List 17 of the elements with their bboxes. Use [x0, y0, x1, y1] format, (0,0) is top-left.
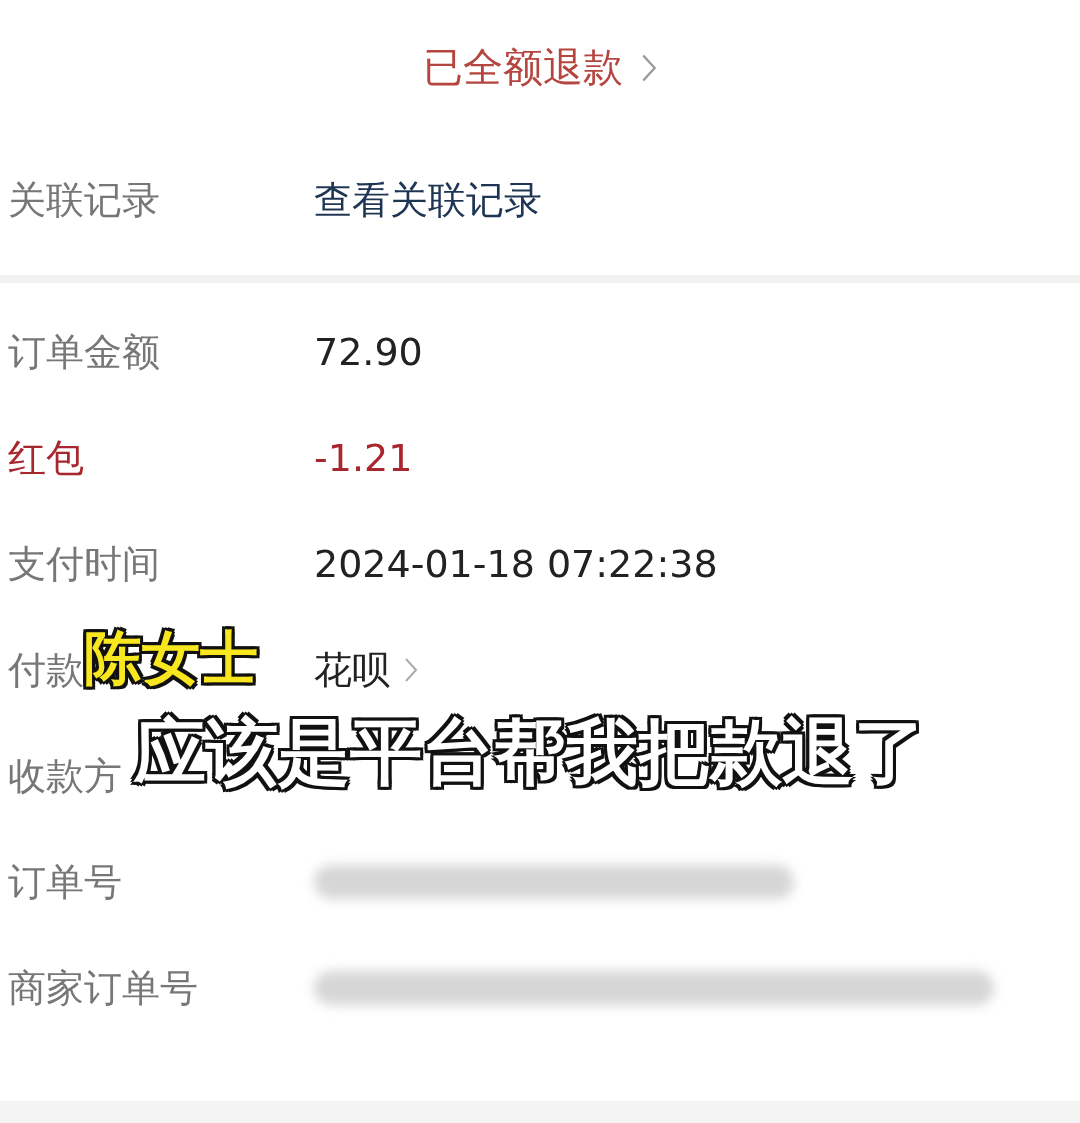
related-records-link[interactable]: 查看关联记录 — [314, 174, 542, 226]
refund-status[interactable]: 已全额退款 — [423, 40, 623, 95]
row-value: 72.90 — [314, 330, 423, 374]
row-label: 关联记录 — [8, 177, 160, 222]
payment-method[interactable]: 花呗 — [314, 644, 390, 696]
row-label: 红包 — [8, 435, 84, 480]
chevron-icon — [404, 657, 418, 683]
chevron-icon — [641, 52, 657, 83]
row-value: 2024-01-18 07:22:38 — [314, 542, 718, 586]
row-label: 收款方 — [8, 753, 122, 798]
row-label: 订单金额 — [8, 329, 160, 374]
row-label: 支付时间 — [8, 541, 160, 586]
row-value: -1.21 — [314, 436, 413, 480]
row-label: 付款 — [8, 647, 84, 692]
speaker-caption: 陈女士 — [84, 623, 258, 694]
row-label: 订单号 — [8, 859, 122, 904]
row-label: 商家订单号 — [8, 965, 198, 1010]
